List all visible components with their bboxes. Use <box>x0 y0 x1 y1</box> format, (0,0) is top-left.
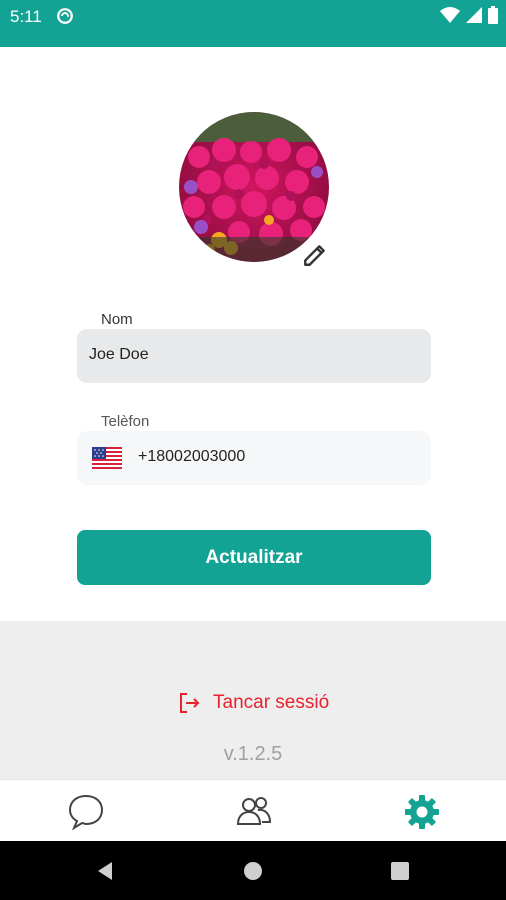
name-value[interactable]: Joe Doe <box>89 346 149 364</box>
contacts-icon[interactable] <box>234 792 274 832</box>
signal-icon <box>466 7 482 23</box>
home-icon[interactable] <box>243 861 263 881</box>
us-flag-icon[interactable] <box>92 447 122 469</box>
phone-field[interactable]: +18002003000 <box>77 431 431 485</box>
phone-value[interactable]: +18002003000 <box>138 448 245 466</box>
settings-icon[interactable] <box>402 792 442 832</box>
flower-photo <box>179 112 329 262</box>
status-icons <box>440 6 498 24</box>
wifi-icon <box>440 7 460 23</box>
avatar-container[interactable] <box>179 112 329 266</box>
status-time: 5:11 <box>10 7 42 26</box>
sync-icon <box>57 8 73 24</box>
logout-label: Tancar sessió <box>213 692 330 713</box>
footer-area: Tancar sessió v.1.2.5 <box>0 621 506 779</box>
avatar[interactable] <box>179 112 329 262</box>
system-nav <box>0 841 506 900</box>
pencil-icon[interactable] <box>302 242 328 268</box>
chat-icon[interactable] <box>66 792 106 832</box>
profile-content: Nom Joe Doe Telèfon +18002003000 Actuali… <box>0 47 506 621</box>
version-text: v.1.2.5 <box>223 743 283 765</box>
status-bar: 5:11 <box>0 0 506 47</box>
back-icon[interactable] <box>95 861 115 881</box>
logout-icon <box>180 693 200 713</box>
name-field[interactable]: Joe Doe <box>77 329 431 383</box>
recents-icon[interactable] <box>390 861 410 881</box>
bottom-nav <box>0 779 506 841</box>
battery-icon <box>488 6 498 24</box>
update-button[interactable]: Actualitzar <box>77 530 431 585</box>
logout-button[interactable]: Tancar sessió <box>177 691 329 715</box>
name-label: Nom <box>101 311 133 328</box>
phone-label: Telèfon <box>101 413 150 430</box>
